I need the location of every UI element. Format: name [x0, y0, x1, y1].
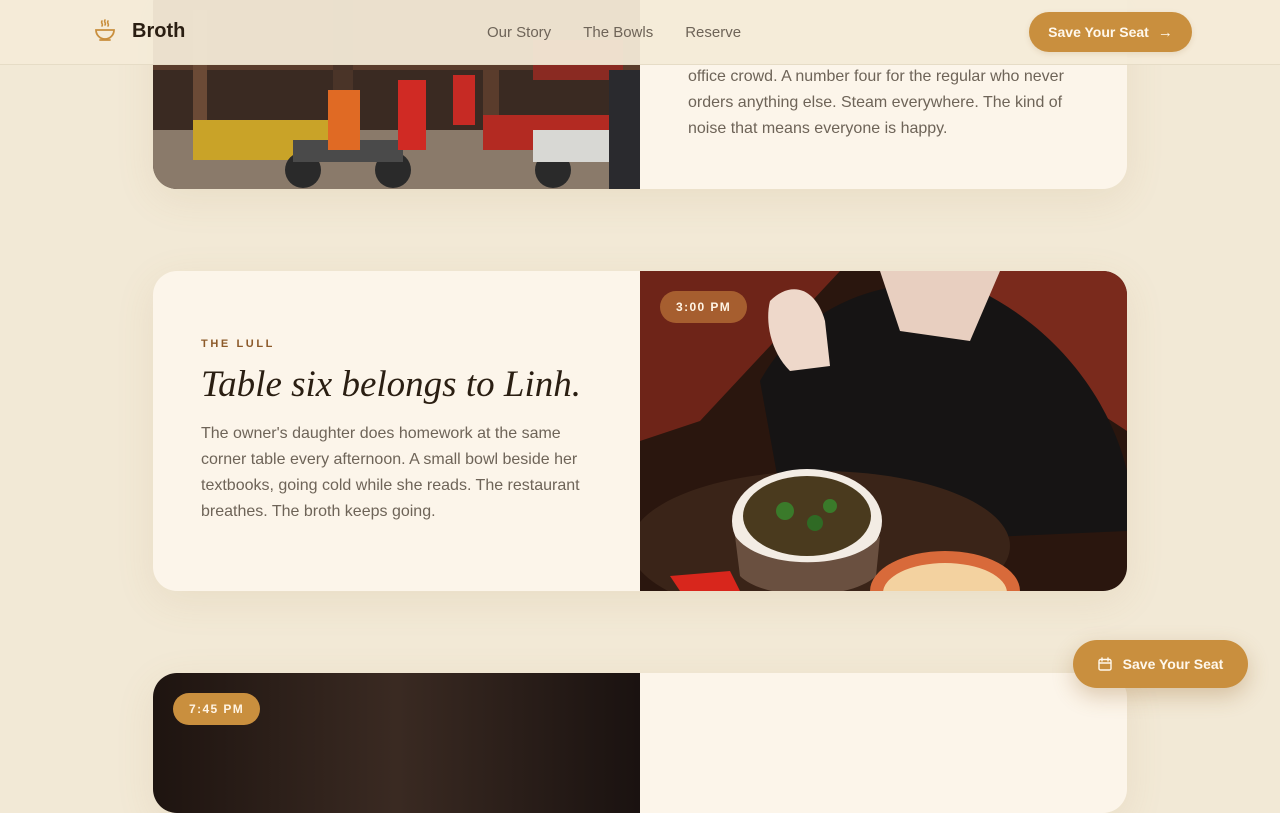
section-eyebrow: THE LULL	[201, 338, 275, 350]
main-nav: Our Story The Bowls Reserve	[487, 24, 773, 41]
story-card-evening: 7:45 PM	[153, 673, 1127, 813]
pho-bowl-on-table-photo: 3:00 PM	[640, 271, 1127, 591]
save-your-seat-button[interactable]: Save Your Seat →	[1029, 12, 1192, 52]
calendar-icon	[1097, 657, 1112, 671]
nav-link-our-story[interactable]: Our Story	[487, 24, 551, 41]
floating-save-seat-button[interactable]: Save Your Seat	[1073, 640, 1248, 688]
section-body-text: The owner's daughter does homework at th…	[201, 425, 580, 520]
story-body-text: office crowd. A number four for the regu…	[688, 68, 1064, 137]
evening-dining-photo: 7:45 PM	[153, 673, 640, 813]
time-badge: 7:45 PM	[173, 693, 261, 725]
arrow-right-icon: →	[1157, 23, 1173, 41]
save-your-seat-label: Save Your Seat	[1048, 24, 1149, 40]
steaming-bowl-icon	[95, 19, 115, 41]
nav-link-the-bowls[interactable]: The Bowls	[583, 24, 653, 41]
brand-name: Broth	[132, 19, 186, 42]
nav-link-reserve[interactable]: Reserve	[685, 24, 741, 41]
section-headline: Table six belongs to Linh.	[201, 364, 581, 405]
time-badge: 3:00 PM	[660, 291, 748, 323]
site-header: Broth Our Story The Bowls Reserve Save Y…	[0, 0, 1280, 65]
brand-logo[interactable]: Broth	[94, 19, 185, 43]
floating-cta-label: Save Your Seat	[1122, 656, 1224, 672]
story-card-lull: THE LULL Table six belongs to Linh. The …	[153, 271, 1127, 591]
